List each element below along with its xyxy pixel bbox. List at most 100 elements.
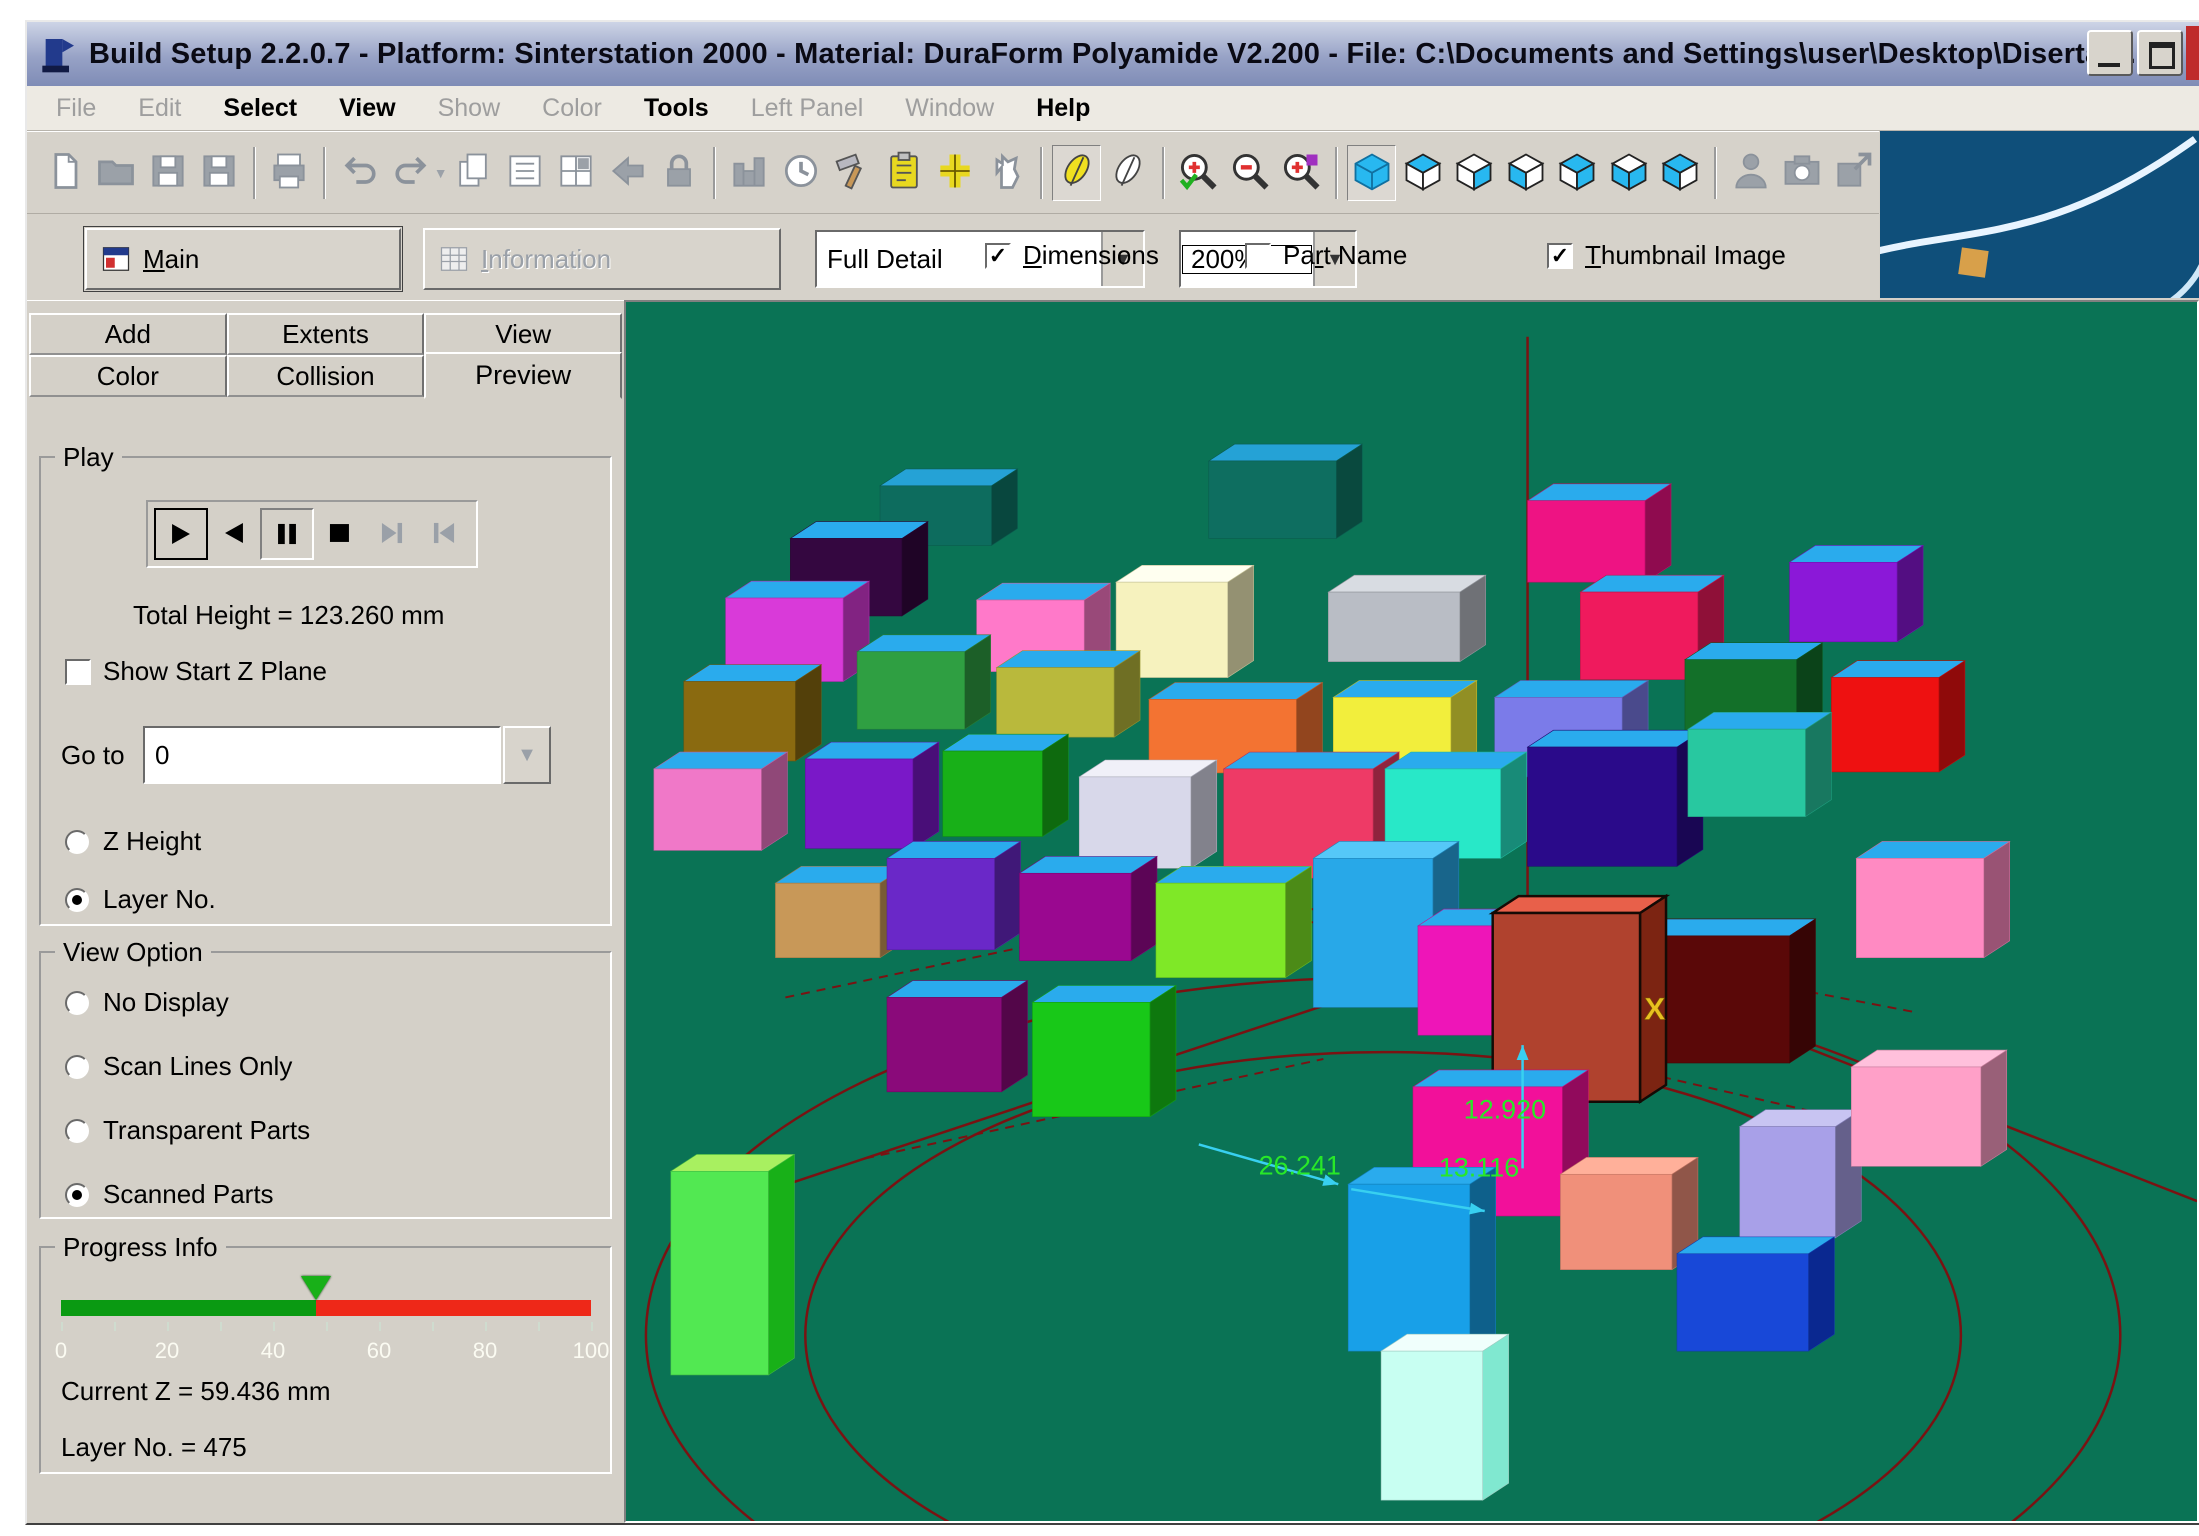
restore-button[interactable] bbox=[2137, 30, 2183, 76]
scene-svg[interactable]: 12.92026.24113.116X bbox=[626, 302, 2197, 1521]
radio-icon[interactable] bbox=[65, 991, 89, 1015]
part-box[interactable] bbox=[997, 651, 1140, 737]
view-left-button[interactable] bbox=[1501, 145, 1550, 201]
part-box[interactable] bbox=[1677, 1237, 1834, 1351]
radio-transparent-parts[interactable]: Transparent Parts bbox=[65, 1115, 310, 1146]
part-box[interactable] bbox=[1851, 1050, 2006, 1166]
zoom-out-button[interactable] bbox=[1225, 145, 1274, 201]
build-time-button[interactable] bbox=[776, 145, 825, 201]
tab-add[interactable]: Add bbox=[29, 313, 227, 355]
dimensions-checkbox-box-icon[interactable]: ✓ bbox=[985, 243, 1011, 269]
part-box[interactable] bbox=[1856, 841, 2009, 957]
view-top-button[interactable] bbox=[1398, 145, 1447, 201]
copy-button[interactable] bbox=[449, 145, 498, 201]
build-scene[interactable]: 12.92026.24113.116X bbox=[626, 302, 2197, 1521]
zoom-in-button[interactable] bbox=[1174, 145, 1223, 201]
radio-scanned-parts[interactable]: Scanned Parts bbox=[65, 1179, 274, 1210]
new-build-button[interactable] bbox=[40, 145, 89, 201]
menu-help[interactable]: Help bbox=[1015, 94, 1111, 123]
layer-no-radio[interactable]: Layer No. bbox=[65, 884, 216, 915]
skip-end-button[interactable] bbox=[366, 508, 418, 558]
part-box[interactable] bbox=[887, 981, 1027, 1092]
stop-button[interactable] bbox=[314, 508, 366, 558]
part-box[interactable] bbox=[857, 635, 990, 729]
part-box[interactable] bbox=[671, 1154, 795, 1375]
goto-input[interactable]: 0 bbox=[143, 726, 501, 784]
part-box[interactable] bbox=[1209, 444, 1362, 538]
properties-button[interactable] bbox=[879, 145, 928, 201]
part-box[interactable] bbox=[1381, 1334, 1509, 1500]
play-button[interactable] bbox=[154, 508, 208, 560]
part-box[interactable] bbox=[1688, 712, 1831, 816]
deselect-leaf-button[interactable] bbox=[1103, 145, 1152, 201]
part-box[interactable] bbox=[1156, 866, 1311, 977]
part-box[interactable] bbox=[1528, 484, 1671, 582]
part-box[interactable] bbox=[805, 742, 938, 848]
save-all-button[interactable] bbox=[194, 145, 243, 201]
part-box[interactable] bbox=[1032, 986, 1175, 1117]
view-bottom-button[interactable] bbox=[1553, 145, 1602, 201]
z-height-radio[interactable]: Z Height bbox=[65, 826, 201, 857]
viewport-3d[interactable]: 12.92026.24113.116X bbox=[624, 300, 2199, 1523]
part-info-button[interactable] bbox=[725, 145, 774, 201]
thumbnail-image-checkbox[interactable]: ✓Thumbnail Image bbox=[1547, 240, 1786, 271]
minimize-button[interactable] bbox=[2087, 30, 2133, 76]
goto-dropdown-button[interactable]: ▼ bbox=[503, 726, 551, 784]
lock-button[interactable] bbox=[654, 145, 703, 201]
radio-icon[interactable] bbox=[65, 1055, 89, 1079]
tab-color[interactable]: Color bbox=[29, 355, 227, 397]
part-box[interactable] bbox=[1079, 760, 1216, 868]
zoom-window-button[interactable] bbox=[1277, 145, 1326, 201]
part-list-button[interactable] bbox=[500, 145, 549, 201]
merge-button[interactable] bbox=[551, 145, 600, 201]
part-box[interactable] bbox=[654, 752, 787, 850]
view-isometric-button[interactable] bbox=[1347, 145, 1396, 201]
tab-extents[interactable]: Extents bbox=[227, 313, 425, 355]
undo-button[interactable] bbox=[335, 145, 384, 201]
part-name-checkbox[interactable]: Part Name bbox=[1245, 240, 1407, 271]
redo-button[interactable] bbox=[386, 145, 435, 201]
skip-start-button[interactable] bbox=[418, 508, 470, 558]
measure-button[interactable] bbox=[930, 145, 979, 201]
insert-part-button[interactable] bbox=[603, 145, 652, 201]
pick-part-button[interactable] bbox=[982, 145, 1031, 201]
play-reverse-button[interactable] bbox=[208, 508, 260, 558]
repair-tool-button[interactable] bbox=[827, 145, 876, 201]
part-box[interactable] bbox=[943, 734, 1069, 836]
progress-slider[interactable]: 020406080100 bbox=[61, 1288, 591, 1368]
radio-icon[interactable] bbox=[65, 1119, 89, 1143]
radio-icon[interactable] bbox=[65, 1183, 89, 1207]
view-right-button[interactable] bbox=[1450, 145, 1499, 201]
show-start-z-checkbox[interactable]: Show Start Z Plane bbox=[65, 656, 327, 687]
tab-view[interactable]: View bbox=[424, 313, 622, 355]
radio-scan-lines-only[interactable]: Scan Lines Only bbox=[65, 1051, 292, 1082]
close-button[interactable] bbox=[2186, 26, 2199, 80]
progress-bar[interactable] bbox=[61, 1300, 591, 1316]
z-height-radio-icon[interactable] bbox=[65, 830, 89, 854]
menu-view[interactable]: View bbox=[318, 94, 417, 123]
dimensions-checkbox[interactable]: ✓Dimensions bbox=[985, 240, 1159, 271]
view-front-button[interactable] bbox=[1604, 145, 1653, 201]
menu-tools[interactable]: Tools bbox=[623, 94, 730, 123]
redo-dropdown-icon[interactable]: ▼ bbox=[434, 165, 448, 181]
save-button[interactable] bbox=[143, 145, 192, 201]
layer-no-radio-icon[interactable] bbox=[65, 888, 89, 912]
part-box[interactable] bbox=[775, 866, 906, 957]
part-box[interactable] bbox=[684, 665, 821, 761]
part-box[interactable] bbox=[1328, 575, 1485, 661]
main-panel-button[interactable]: Main bbox=[85, 228, 401, 290]
tab-preview[interactable]: Preview bbox=[424, 352, 622, 399]
operator-button[interactable] bbox=[1726, 145, 1775, 201]
pause-button[interactable] bbox=[260, 508, 314, 560]
snapshot-button[interactable] bbox=[1777, 145, 1826, 201]
export-button[interactable] bbox=[1829, 145, 1878, 201]
part-box[interactable] bbox=[1740, 1110, 1862, 1238]
part-box[interactable] bbox=[1831, 661, 1964, 772]
tab-collision[interactable]: Collision bbox=[227, 355, 425, 397]
print-button[interactable] bbox=[265, 145, 314, 201]
view-back-button[interactable] bbox=[1656, 145, 1705, 201]
part-box[interactable] bbox=[1348, 1167, 1495, 1351]
part-name-checkbox-box-icon[interactable] bbox=[1245, 243, 1271, 269]
information-panel-button[interactable]: Information bbox=[423, 228, 781, 290]
open-button[interactable] bbox=[91, 145, 140, 201]
